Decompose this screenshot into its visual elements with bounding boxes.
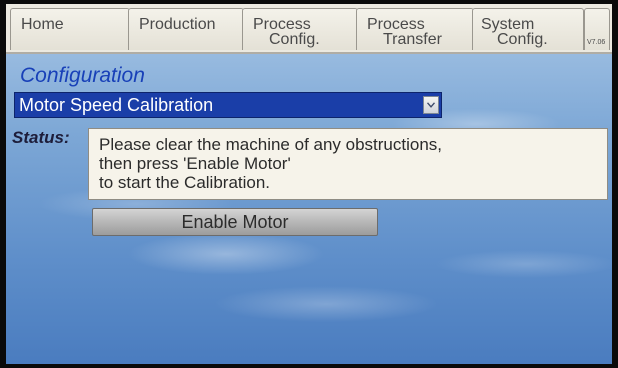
tab-process-transfer-label-line1: Process [367, 16, 425, 33]
tab-process-config-label-line1: Process [253, 16, 311, 33]
enable-motor-button[interactable]: Enable Motor [92, 208, 378, 236]
tab-production-label: Production [139, 16, 216, 33]
tab-home-label: Home [21, 16, 64, 33]
tab-system-config-label-line2: Config. [497, 31, 548, 48]
status-line: Please clear the machine of any obstruct… [99, 135, 443, 154]
tab-system-config[interactable]: System Config. [472, 8, 584, 50]
touch-screen: Home Production Process Config. Process … [6, 4, 612, 364]
tab-process-transfer-label-line2: Transfer [383, 31, 442, 48]
chevron-down-icon [427, 102, 435, 108]
status-message-box: Please clear the machine of any obstruct… [88, 128, 608, 200]
tab-process-config-label-line2: Config. [269, 31, 320, 48]
tab-process-config[interactable]: Process Config. [242, 8, 358, 50]
status-line: then press 'Enable Motor' [99, 154, 291, 173]
tab-production[interactable]: Production [128, 8, 244, 50]
configuration-select[interactable]: Motor Speed Calibration [14, 92, 442, 118]
tab-process-transfer[interactable]: Process Transfer [356, 8, 474, 50]
dropdown-button[interactable] [423, 96, 439, 114]
status-line: to start the Calibration. [99, 173, 271, 192]
status-label: Status: [12, 128, 70, 147]
tab-system-config-label-line1: System [481, 16, 535, 33]
tab-home[interactable]: Home [10, 8, 130, 50]
version-label: V7.06 [587, 39, 606, 46]
configuration-heading: Configuration [20, 64, 145, 87]
tab-version[interactable]: V7.06 [584, 8, 610, 50]
configuration-select-value: Motor Speed Calibration [19, 95, 214, 115]
tab-bar: Home Production Process Config. Process … [6, 4, 612, 54]
